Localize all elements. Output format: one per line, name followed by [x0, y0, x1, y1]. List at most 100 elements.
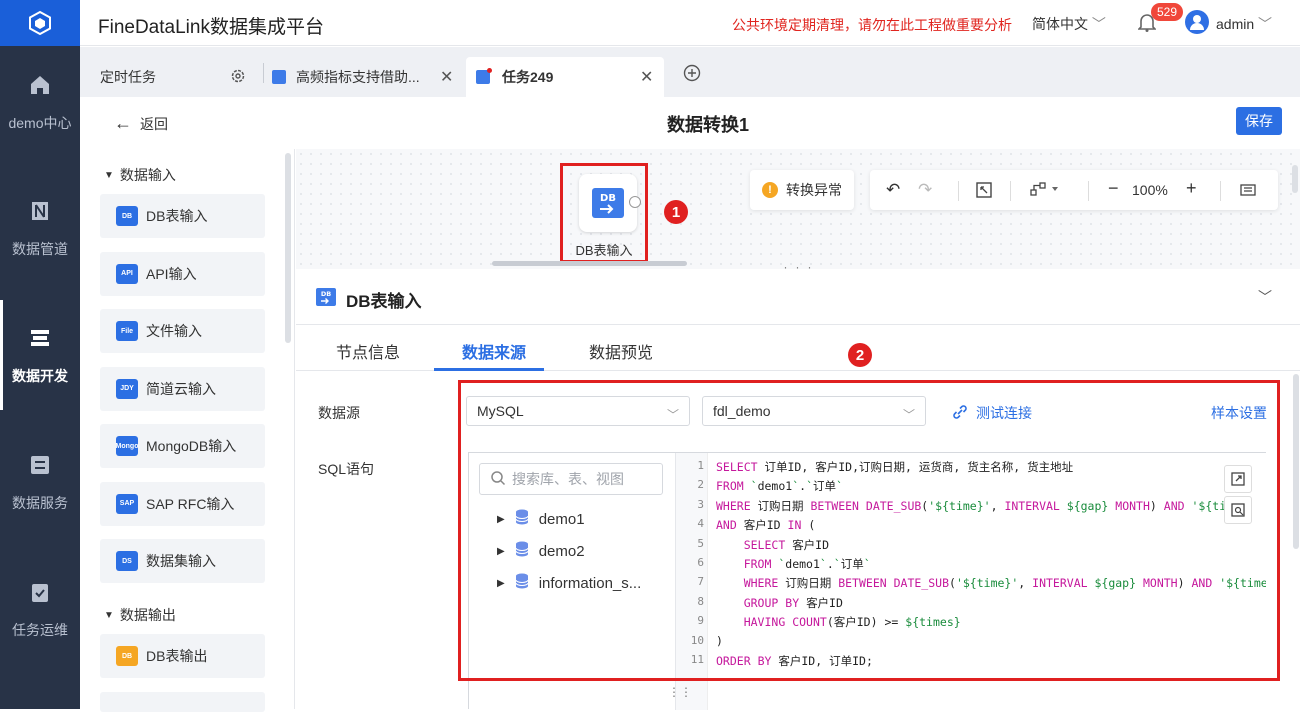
palette-item-5[interactable]: SAP SAP RFC输入 [100, 481, 265, 526]
app-logo[interactable] [0, 0, 80, 46]
palette-item-label: DB表输入 [146, 208, 208, 224]
palette-item-label: MongoDB输入 [146, 438, 237, 454]
palette-item-label: 文件输入 [146, 323, 202, 339]
fit-view-icon[interactable] [976, 182, 992, 201]
back-label: 返回 [140, 115, 168, 132]
section-output-header[interactable]: ▼ 数据输出 [104, 605, 176, 625]
tab-scheduled[interactable]: 定时任务 [80, 57, 265, 97]
palette-item-label: DB表输出 [146, 648, 208, 664]
palette-item-partial[interactable] [100, 692, 265, 712]
tab-label: 高频指标支持借助... [296, 69, 420, 85]
dev-icon [26, 324, 54, 352]
nav-data-service[interactable]: 数据服务 [0, 427, 80, 537]
add-tab-icon[interactable] [683, 64, 701, 85]
nav-data-development[interactable]: 数据开发 [0, 300, 80, 410]
flow-canvas[interactable]: DB DB表输入 1 ! 转换异常 ↶ ↷ − 100% + ⋮⋮⋮ [296, 149, 1300, 278]
palette-item-icon: JDY [116, 378, 138, 399]
palette-item-4[interactable]: Mongo MongoDB输入 [100, 424, 265, 468]
scrollbar[interactable] [285, 153, 291, 343]
nav-label: demo中心 [8, 115, 72, 131]
nav-data-pipeline[interactable]: 数据管道 [0, 173, 80, 283]
service-icon [26, 451, 54, 479]
save-button[interactable]: 保存 [1236, 107, 1282, 135]
canvas-vscroll[interactable] [1292, 165, 1298, 193]
tab-divider [263, 63, 264, 83]
keyboard-icon[interactable] [1240, 183, 1256, 199]
zoom-out-icon[interactable]: − [1108, 178, 1119, 199]
task-icon [476, 68, 492, 84]
conversion-error-button[interactable]: ! 转换异常 [750, 170, 854, 210]
app-title: FineDataLink数据集成平台 [98, 17, 324, 38]
divider [1010, 181, 1011, 201]
layout-icon[interactable] [1030, 181, 1060, 200]
warning-icon: ! [762, 182, 778, 198]
node-palette: ▼ 数据输入 DB DB表输入 API API输入 File 文件输入 JDY 简道云输入 Mon… [80, 149, 295, 712]
svg-text:DB: DB [321, 290, 331, 298]
language-select[interactable]: 简体中文 ﹀ [1032, 14, 1106, 34]
caret-down-icon: ▼ [104, 169, 114, 181]
palette-item-1[interactable]: API API输入 [100, 251, 265, 296]
divider [958, 181, 959, 201]
zoom-in-icon[interactable]: + [1186, 178, 1197, 199]
output-port[interactable] [629, 196, 641, 208]
tab-node-info[interactable]: 节点信息 [336, 339, 400, 363]
avatar[interactable] [1185, 10, 1209, 34]
resize-handle[interactable]: ⋮⋮ [668, 685, 692, 699]
collapse-chevron-icon[interactable]: ﹀ [1258, 287, 1272, 307]
panel-scrollbar[interactable] [1293, 374, 1299, 549]
palette-item-0[interactable]: DB DB表输入 [100, 194, 265, 238]
nav-label: 数据开发 [12, 368, 68, 384]
section-input-header[interactable]: ▼ 数据输入 [104, 165, 176, 185]
node-config-panel: DB DB表输入 ﹀ 节点信息 数据来源 数据预览 2 数据源 MySQL ﹀ … [296, 269, 1300, 710]
canvas-scrollbar[interactable] [492, 261, 687, 266]
user-menu[interactable]: admin ﹀ [1216, 14, 1272, 34]
palette-item-db-output[interactable]: DB DB表输出 [100, 634, 265, 678]
palette-item-label: SAP RFC输入 [146, 495, 235, 512]
close-icon[interactable]: ✕ [440, 67, 453, 87]
svg-text:DB: DB [600, 193, 616, 204]
palette-item-3[interactable]: JDY 简道云输入 [100, 366, 265, 411]
home-icon [26, 71, 54, 99]
page-header: ← 返回 数据转换1 保存 [80, 97, 1300, 149]
palette-item-icon: SAP [116, 493, 138, 514]
palette-item-6[interactable]: DS 数据集输入 [100, 539, 265, 583]
arrow-left-icon: ← [114, 113, 132, 133]
chevron-down-icon: ﹀ [1091, 16, 1106, 32]
nav-label: 任务运维 [12, 622, 68, 638]
marker-2: 2 [848, 343, 872, 367]
caret-down-icon: ▼ [104, 609, 114, 621]
chevron-down-icon: ﹀ [1258, 16, 1273, 32]
notification-badge: 529 [1151, 3, 1184, 21]
panel-title-text: DB表输入 [346, 292, 422, 311]
undo-icon[interactable]: ↶ [886, 180, 900, 200]
language-label: 简体中文 [1032, 16, 1088, 32]
tab-label: 任务249 [502, 69, 554, 85]
error-label: 转换异常 [786, 182, 842, 198]
nav-demo-center[interactable]: demo中心 [0, 47, 80, 157]
tab-high-frequency[interactable]: 高频指标支持借助... ✕ [272, 57, 462, 97]
close-icon[interactable]: ✕ [640, 67, 653, 87]
palette-item-2[interactable]: File 文件输入 [100, 309, 265, 353]
tab-task-249[interactable]: 任务249 ✕ [466, 57, 664, 97]
panel-title: DB DB表输入 [316, 287, 422, 312]
palette-item-label: API输入 [146, 265, 197, 282]
redo-icon[interactable]: ↷ [918, 180, 932, 200]
tab-data-source[interactable]: 数据来源 [462, 339, 526, 363]
active-tab-underline [434, 368, 544, 371]
pipeline-icon [26, 197, 54, 225]
divider [1220, 181, 1221, 201]
tab-bar: 定时任务 高频指标支持借助... ✕ 任务249 ✕ [80, 47, 1300, 97]
username: admin [1216, 16, 1255, 32]
palette-item-label: 数据集输入 [146, 553, 216, 569]
nav-label: 数据管道 [12, 241, 68, 257]
gear-icon[interactable] [230, 68, 246, 87]
task-icon [272, 70, 286, 84]
highlight-box [458, 380, 1280, 681]
back-button[interactable]: ← 返回 [114, 113, 168, 134]
nav-task-ops[interactable]: 任务运维 [0, 554, 80, 664]
nav-label: 数据服务 [12, 495, 68, 511]
tab-data-preview[interactable]: 数据预览 [589, 339, 653, 363]
sql-label: SQL语句 [318, 461, 375, 477]
db-input-node[interactable]: DB DB表输入 [560, 163, 648, 263]
palette-item-label: 简道云输入 [146, 380, 216, 397]
